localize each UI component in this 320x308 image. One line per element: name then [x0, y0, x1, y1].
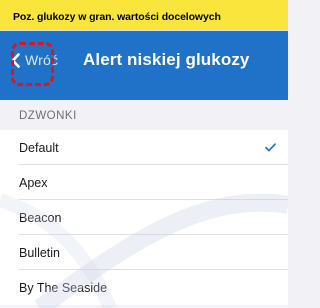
ringtone-label: Default — [19, 141, 59, 155]
glucose-status-text: Poz. glukozy w gran. wartości docelowych — [13, 11, 221, 23]
page-title: Alert niskiej glukozy — [83, 50, 250, 69]
ringtone-item[interactable]: By The Seaside — [0, 270, 288, 305]
checkmark-icon — [265, 143, 276, 152]
ringtone-item[interactable]: Default — [0, 130, 288, 165]
back-button-highlight — [11, 42, 54, 86]
ringtone-label: Beacon — [19, 211, 62, 225]
ringtone-item[interactable]: Bulletin — [0, 235, 288, 270]
ringtone-label: Bulletin — [19, 246, 60, 260]
ringtone-label: Apex — [19, 176, 48, 190]
ringtone-list: Default Apex Beacon Bulletin By The Seas… — [0, 130, 288, 305]
ringtones-section-header: DZWONKI — [19, 110, 77, 122]
ringtone-item[interactable]: Beacon — [0, 200, 288, 235]
ringtone-item[interactable]: Apex — [0, 165, 288, 200]
glucose-status-banner: Poz. glukozy w gran. wartości docelowych — [0, 0, 288, 30]
ringtone-label: By The Seaside — [19, 281, 108, 295]
